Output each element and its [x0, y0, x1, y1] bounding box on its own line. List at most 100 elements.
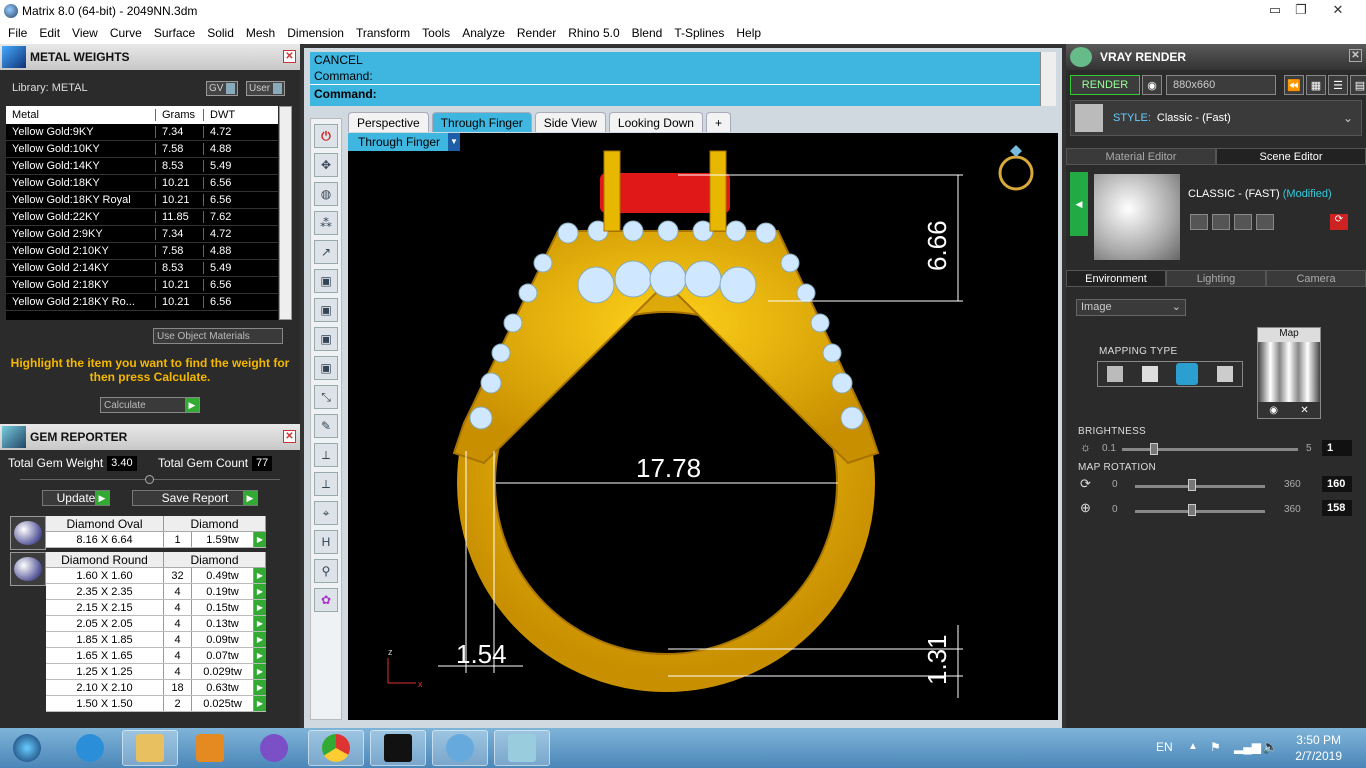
save-report-button[interactable]: Save Report ▶: [132, 490, 258, 506]
import-preset-icon[interactable]: [1256, 214, 1274, 230]
gem-row[interactable]: 2.15 X 2.15 4 0.15tw ▶: [46, 600, 266, 616]
history-icon[interactable]: H: [314, 530, 338, 554]
menu-analyze[interactable]: Analyze: [456, 26, 511, 40]
cube-front-icon[interactable]: ▣: [314, 298, 338, 322]
gear-purple-icon[interactable]: ✿: [314, 588, 338, 612]
view-dropdown-icon[interactable]: ▼: [448, 133, 460, 151]
gem-row-arrow-icon[interactable]: ▶: [254, 584, 266, 599]
globe-icon[interactable]: ◍: [314, 182, 338, 206]
box-mapping-icon[interactable]: [1141, 366, 1158, 382]
style-selector[interactable]: STYLE: Classic - (Fast) ⌄: [1070, 100, 1362, 136]
map-clear-icon[interactable]: ✕: [1300, 405, 1308, 416]
molecule-icon[interactable]: ⁂: [314, 211, 338, 235]
environment-type-select[interactable]: Image ⌄: [1076, 299, 1186, 316]
spherical-mapping-icon[interactable]: [1176, 363, 1199, 385]
metal-row[interactable]: Yellow Gold:22KY 11.85 7.62: [6, 209, 278, 226]
gem-row-arrow-icon[interactable]: ▶: [254, 648, 266, 663]
planar-mapping-icon[interactable]: [1107, 366, 1124, 382]
metal-row[interactable]: Yellow Gold:18KY 10.21 6.56: [6, 175, 278, 192]
menu-rhino[interactable]: Rhino 5.0: [562, 26, 625, 40]
gem-row-arrow-icon[interactable]: ▶: [254, 664, 266, 679]
scale-tool-icon[interactable]: ⤡: [314, 385, 338, 409]
tab-side-view[interactable]: Side View: [534, 112, 606, 132]
tab-scene-editor[interactable]: Scene Editor: [1216, 148, 1366, 165]
menu-tools[interactable]: Tools: [416, 26, 456, 40]
update-button[interactable]: Update ▶: [42, 490, 110, 506]
view-label[interactable]: Through Finger ▼: [348, 133, 460, 151]
gem-row-arrow-icon[interactable]: ▶: [254, 600, 266, 615]
gem-row-arrow-icon[interactable]: ▶: [254, 680, 266, 695]
user-toggle[interactable]: User: [246, 81, 286, 96]
menu-tsplines[interactable]: T-Splines: [668, 26, 730, 40]
tab-looking-down[interactable]: Looking Down: [608, 112, 703, 132]
command-scrollbar[interactable]: [1040, 52, 1056, 106]
gem-row-arrow-icon[interactable]: ▶: [254, 616, 266, 631]
calculate-button[interactable]: Calculate ▶: [100, 397, 200, 413]
vray-close-icon[interactable]: ✕: [1349, 49, 1362, 62]
maximize-button[interactable]: ❐: [1286, 0, 1316, 20]
tab-camera[interactable]: Camera: [1266, 270, 1366, 287]
menu-help[interactable]: Help: [730, 26, 767, 40]
list-icon[interactable]: ☰: [1328, 75, 1348, 95]
ring-view-icon[interactable]: [998, 155, 1034, 191]
gem-reporter-close-icon[interactable]: ✕: [283, 430, 296, 443]
render-button[interactable]: RENDER: [1070, 75, 1140, 95]
metal-row[interactable]: Yellow Gold:10KY 7.58 4.88: [6, 141, 278, 158]
metal-row[interactable]: Yellow Gold 2:9KY 7.34 4.72: [6, 226, 278, 243]
menu-transform[interactable]: Transform: [350, 26, 416, 40]
flag-icon[interactable]: ⚑: [1210, 740, 1221, 754]
rot-h-track[interactable]: [1135, 485, 1265, 488]
save-preset-icon[interactable]: [1190, 214, 1208, 230]
use-object-materials-checkbox[interactable]: Use Object Materials: [153, 328, 283, 344]
chrome-icon[interactable]: [308, 730, 364, 766]
menu-view[interactable]: View: [66, 26, 104, 40]
grid-icon[interactable]: ▦: [1306, 75, 1326, 95]
move-tool-icon[interactable]: ✥: [314, 153, 338, 177]
viewport[interactable]: 6.66 17.78 1.54 1.31 z x Through Finger ▼: [348, 133, 1058, 720]
metal-row[interactable]: Yellow Gold 2:14KY 8.53 5.49: [6, 260, 278, 277]
rot-v-value[interactable]: 158: [1322, 500, 1352, 516]
cube-icon[interactable]: ▣: [314, 269, 338, 293]
tab-material-editor[interactable]: Material Editor: [1066, 148, 1216, 165]
splitter-handle-icon[interactable]: [145, 475, 154, 484]
metal-row[interactable]: Yellow Gold:14KY 8.53 5.49: [6, 158, 278, 175]
metal-weights-close-icon[interactable]: ✕: [283, 50, 296, 63]
close-button[interactable]: ✕: [1316, 0, 1360, 20]
axis-icon[interactable]: ↗: [314, 240, 338, 264]
gem-row[interactable]: 1.25 X 1.25 4 0.029tw ▶: [46, 664, 266, 680]
snap-r-icon[interactable]: ⟂: [314, 472, 338, 496]
metal-row[interactable]: Yellow Gold 2:18KY Ro... 10.21 6.56: [6, 294, 278, 311]
gem-row[interactable]: 1.65 X 1.65 4 0.07tw ▶: [46, 648, 266, 664]
menu-blend[interactable]: Blend: [626, 26, 669, 40]
tab-lighting[interactable]: Lighting: [1166, 270, 1266, 287]
network-icon[interactable]: ▂▄▆: [1234, 740, 1261, 754]
brightness-value[interactable]: 1: [1322, 440, 1352, 456]
menu-solid[interactable]: Solid: [201, 26, 240, 40]
brightness-track[interactable]: [1122, 448, 1298, 451]
rot-v-knob[interactable]: [1188, 504, 1196, 516]
media-player-icon[interactable]: [182, 730, 238, 766]
gem-row[interactable]: 2.10 X 2.10 18 0.63tw ▶: [46, 680, 266, 696]
resolution-select[interactable]: 880x660: [1166, 75, 1276, 95]
tab-environment[interactable]: Environment: [1066, 270, 1166, 287]
menu-curve[interactable]: Curve: [104, 26, 148, 40]
col-grams[interactable]: Grams: [156, 109, 204, 121]
rot-h-value[interactable]: 160: [1322, 476, 1352, 492]
viber-icon[interactable]: [246, 730, 302, 766]
metal-row[interactable]: Yellow Gold 2:10KY 7.58 4.88: [6, 243, 278, 260]
reset-icon[interactable]: ⟳: [1330, 214, 1348, 230]
brightness-knob[interactable]: [1150, 443, 1158, 455]
measure-icon[interactable]: ⌖: [314, 501, 338, 525]
saveas-preset-icon[interactable]: [1212, 214, 1230, 230]
table-icon[interactable]: ▤: [1350, 75, 1366, 95]
menu-surface[interactable]: Surface: [148, 26, 201, 40]
metal-row[interactable]: Yellow Gold 2:18KY 10.21 6.56: [6, 277, 278, 294]
cube-side-icon[interactable]: ▣: [314, 327, 338, 351]
metal-row[interactable]: Yellow Gold:18KY Royal 10.21 6.56: [6, 192, 278, 209]
menu-dimension[interactable]: Dimension: [281, 26, 350, 40]
volume-icon[interactable]: 🔈: [1262, 739, 1278, 755]
power-icon[interactable]: ⏻: [314, 124, 338, 148]
add-view-button[interactable]: +: [705, 112, 731, 132]
app-red-icon[interactable]: [370, 730, 426, 766]
cube-top-icon[interactable]: ▣: [314, 356, 338, 380]
